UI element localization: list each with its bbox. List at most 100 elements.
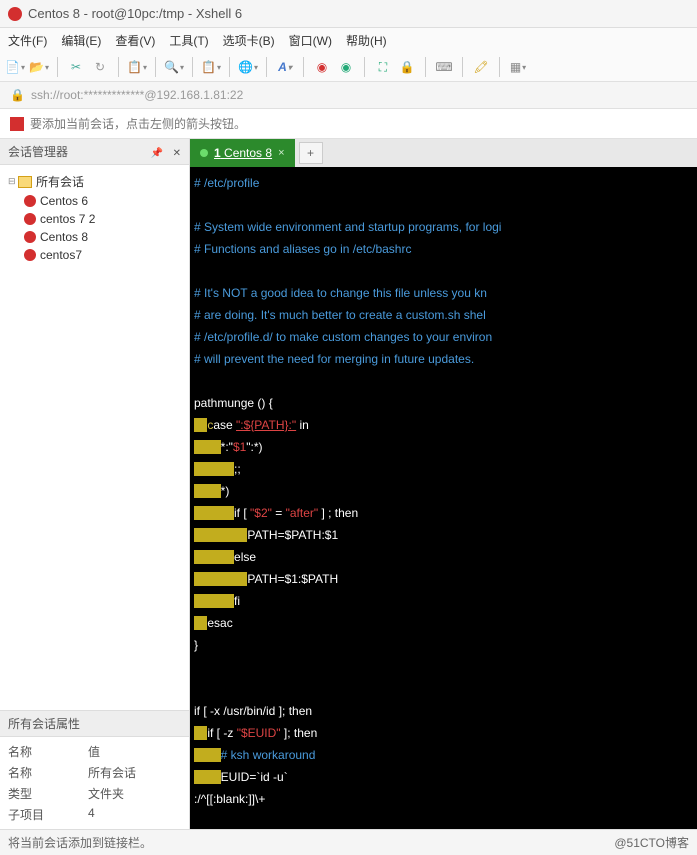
tabstrip: 1 Centos 8 × + <box>190 139 697 167</box>
separator <box>57 57 58 77</box>
session-tree: ⊟ 所有会话 Centos 6 centos 7 2 Centos 8 cent… <box>0 165 189 710</box>
globe-icon[interactable]: 🌐 <box>239 58 257 76</box>
xftp-icon[interactable]: ◉ <box>337 58 355 76</box>
session-item[interactable]: centos 7 2 <box>4 210 185 228</box>
term-line: if [ -x /usr/bin/id ]; then <box>194 704 312 718</box>
session-icon <box>24 213 36 225</box>
address-text: ssh://root:*************@192.168.1.81:22 <box>31 88 243 102</box>
term-line: *:"$1":*) <box>194 440 263 454</box>
session-icon <box>24 195 36 207</box>
lock-icon[interactable]: 🔒 <box>398 58 416 76</box>
prop-val: 文件夹 <box>88 785 124 802</box>
disconnect-icon[interactable]: ↻ <box>91 58 109 76</box>
keyboard-icon[interactable]: ⌨ <box>435 58 453 76</box>
separator <box>192 57 193 77</box>
new-session-icon[interactable]: 📄 <box>6 58 24 76</box>
prop-val: 4 <box>88 806 95 823</box>
main-area: 会话管理器 ⊟ 所有会话 Centos 6 centos 7 2 <box>0 139 697 829</box>
right-panel: 1 Centos 8 × + # /etc/profile # System w… <box>190 139 697 829</box>
term-line: PATH=$1:$PATH <box>194 572 338 586</box>
term-line: pathmunge () { <box>194 396 273 410</box>
term-line: # /etc/profile.d/ to make custom changes… <box>194 330 492 344</box>
tab-active[interactable]: 1 Centos 8 × <box>190 139 295 167</box>
prop-key: 类型 <box>8 785 88 802</box>
term-line: PATH=$PATH:$1 <box>194 528 338 542</box>
terminal[interactable]: # /etc/profile # System wide environment… <box>190 167 697 829</box>
tab-close-icon[interactable]: × <box>278 147 284 159</box>
paste-icon[interactable]: 📋 <box>202 58 220 76</box>
term-line: case ":${PATH}:" in <box>194 418 309 432</box>
separator <box>266 57 267 77</box>
separator <box>499 57 500 77</box>
xshell-icon[interactable]: ◉ <box>313 58 331 76</box>
prop-row: 子项目 4 <box>0 804 189 825</box>
term-line: # /etc/profile <box>194 176 259 190</box>
reconnect-icon[interactable]: ✂ <box>67 58 85 76</box>
expander-icon[interactable]: ⊟ <box>8 176 18 187</box>
tab-label: 1 Centos 8 <box>214 146 272 160</box>
tab-status-icon <box>200 149 208 157</box>
term-line: EUID=`id -u` <box>194 770 288 784</box>
menu-window[interactable]: 窗口(W) <box>289 32 332 49</box>
session-item[interactable]: Centos 6 <box>4 192 185 210</box>
separator <box>155 57 156 77</box>
separator <box>229 57 230 77</box>
status-left: 将当前会话添加到链接栏。 <box>8 834 152 851</box>
highlight-icon[interactable]: 🖍 <box>472 58 490 76</box>
separator <box>118 57 119 77</box>
address-bar[interactable]: 🔒 ssh://root:*************@192.168.1.81:… <box>0 82 697 109</box>
hint-bar: 要添加当前会话，点击左侧的箭头按钮。 <box>0 109 697 139</box>
session-icon <box>24 249 36 261</box>
layout-icon[interactable]: ▦ <box>509 58 527 76</box>
tree-root[interactable]: ⊟ 所有会话 <box>4 171 185 192</box>
term-line: esac <box>194 616 233 630</box>
fullscreen-icon[interactable]: ⛶ <box>374 58 392 76</box>
folder-icon <box>18 176 32 188</box>
term-line: # System wide environment and startup pr… <box>194 220 501 234</box>
separator <box>303 57 304 77</box>
menu-view[interactable]: 查看(V) <box>115 32 155 49</box>
lock-small-icon: 🔒 <box>10 88 25 102</box>
font-icon[interactable]: A <box>276 58 294 76</box>
window-title: Centos 8 - root@10pc:/tmp - Xshell 6 <box>28 6 242 21</box>
term-line: # are doing. It's much better to create … <box>194 308 486 322</box>
term-line: fi <box>194 594 240 608</box>
menubar: 文件(F) 编辑(E) 查看(V) 工具(T) 选项卡(B) 窗口(W) 帮助(… <box>0 28 697 53</box>
menu-tools[interactable]: 工具(T) <box>169 32 208 49</box>
prop-val: 所有会话 <box>88 764 136 781</box>
toolbar: 📄 📂 ✂ ↻ 📋 🔍 📋 🌐 A ◉ ◉ ⛶ 🔒 ⌨ 🖍 ▦ <box>0 53 697 82</box>
session-icon <box>24 231 36 243</box>
status-bar: 将当前会话添加到链接栏。 @51CTO博客 <box>0 829 697 855</box>
left-panel: 会话管理器 ⊟ 所有会话 Centos 6 centos 7 2 <box>0 139 190 829</box>
session-label: Centos 6 <box>40 194 88 208</box>
term-line: ;; <box>194 462 241 476</box>
copy-icon[interactable]: 📋 <box>128 58 146 76</box>
term-line: if [ "$2" = "after" ] ; then <box>194 506 358 520</box>
separator <box>364 57 365 77</box>
term-line: } <box>194 638 198 652</box>
menu-edit[interactable]: 编辑(E) <box>61 32 101 49</box>
search-icon[interactable]: 🔍 <box>165 58 183 76</box>
session-item[interactable]: centos7 <box>4 246 185 264</box>
session-label: Centos 8 <box>40 230 88 244</box>
term-line: # will prevent the need for merging in f… <box>194 352 474 366</box>
session-label: centos 7 2 <box>40 212 95 226</box>
flag-icon[interactable] <box>10 117 24 131</box>
props-table: 名称 值 名称 所有会话 类型 文件夹 子项目 4 <box>0 737 189 829</box>
menu-file[interactable]: 文件(F) <box>8 32 47 49</box>
session-item[interactable]: Centos 8 <box>4 228 185 246</box>
open-icon[interactable]: 📂 <box>30 58 48 76</box>
menu-tabs[interactable]: 选项卡(B) <box>223 32 275 49</box>
status-right: @51CTO博客 <box>614 834 689 851</box>
props-title: 所有会话属性 <box>0 710 189 737</box>
separator <box>425 57 426 77</box>
close-icon[interactable] <box>173 145 181 159</box>
root-label: 所有会话 <box>36 173 84 190</box>
sessions-title: 会话管理器 <box>8 143 68 160</box>
menu-help[interactable]: 帮助(H) <box>346 32 387 49</box>
pin-icon[interactable] <box>151 145 163 159</box>
add-tab-button[interactable]: + <box>299 142 323 164</box>
panel-controls <box>151 145 181 159</box>
term-line: :/^[[:blank:]]\+ <box>194 792 265 806</box>
col-value: 值 <box>88 743 100 760</box>
